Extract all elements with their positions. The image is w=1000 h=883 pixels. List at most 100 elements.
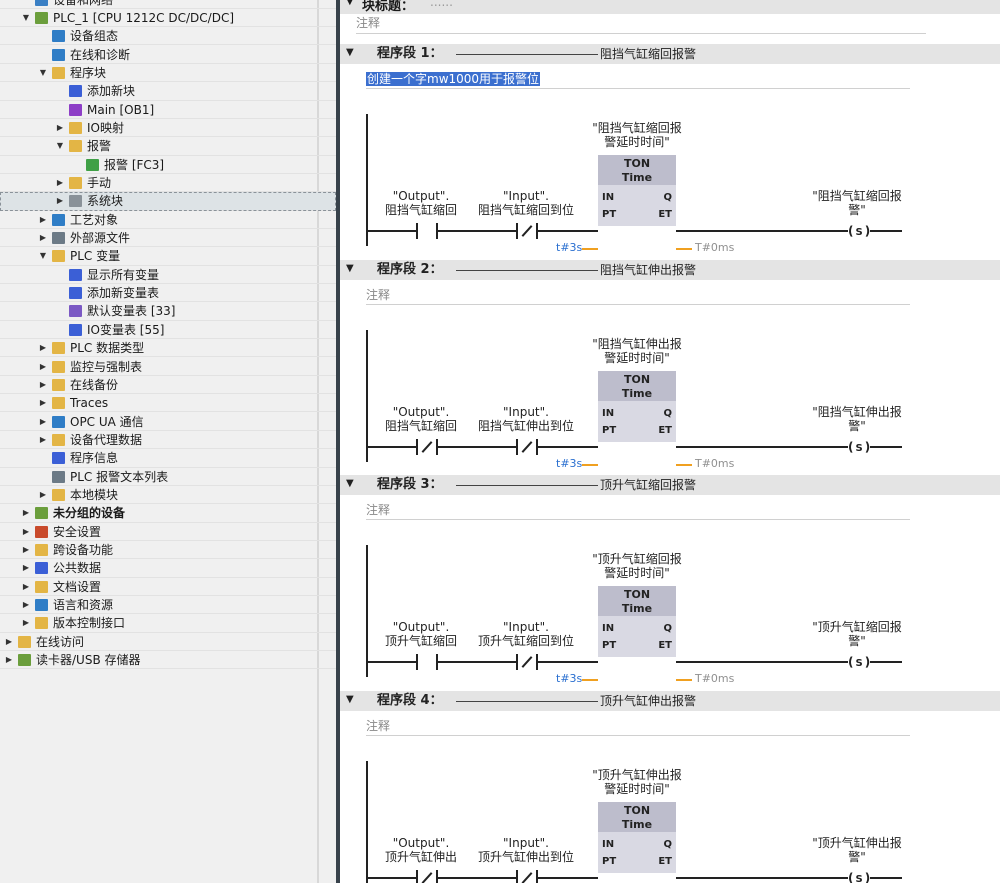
tree-item[interactable]: ▶ 外部源文件 <box>0 229 336 248</box>
tree-item[interactable]: ▶ Traces <box>0 394 336 413</box>
block-comment[interactable]: 注释 <box>356 14 926 34</box>
tree-item[interactable]: 报警 [FC3] <box>0 156 336 174</box>
tree-item[interactable]: ▶ OPC UA 通信 <box>0 413 336 431</box>
ton-timer-box[interactable]: TON Time IN Q PT ET <box>598 371 676 442</box>
network-title[interactable]: 阻挡气缸伸出报警 <box>600 260 696 280</box>
tree-item[interactable]: ▶ 手动 <box>0 174 336 193</box>
collapse-arrow-icon[interactable]: ▼ <box>346 478 354 489</box>
et-value[interactable]: T#0ms <box>695 457 734 470</box>
tree-item[interactable]: 程序信息 <box>0 449 336 468</box>
expand-arrow-icon[interactable]: ▶ <box>38 394 48 412</box>
normally-closed-contact[interactable] <box>416 439 438 455</box>
network-title[interactable]: 阻挡气缸缩回报警 <box>600 44 696 64</box>
tree-item[interactable]: 默认变量表 [33] <box>0 302 336 321</box>
expand-arrow-icon[interactable]: ▶ <box>38 211 48 229</box>
network-header[interactable]: ▼ 程序段 4： 顶升气缸伸出报警 <box>340 691 1000 711</box>
expand-arrow-icon[interactable]: ▶ <box>4 651 14 669</box>
expand-arrow-icon[interactable]: ▶ <box>38 376 48 394</box>
tree-item[interactable]: ▶ 公共数据 <box>0 559 336 578</box>
tree-item[interactable]: 设备组态 <box>0 27 336 46</box>
tree-item[interactable]: ▶ 在线访问 <box>0 633 336 652</box>
network-comment[interactable]: 创建一个字mw1000用于报警位 <box>366 69 910 89</box>
network-header[interactable]: ▼ 程序段 3： 顶升气缸缩回报警 <box>340 475 1000 495</box>
tree-item[interactable]: ▶ 本地模块 <box>0 486 336 505</box>
ton-timer-box[interactable]: TON Time IN Q PT ET <box>598 802 676 873</box>
tree-item[interactable]: ▶ 在线备份 <box>0 376 336 395</box>
block-title-bar[interactable]: ▼ 块标题： ...... <box>340 0 1000 14</box>
tree-item[interactable]: ▼ PLC_1 [CPU 1212C DC/DC/DC] <box>0 9 336 28</box>
set-coil[interactable]: (S) <box>848 440 870 454</box>
expand-arrow-icon[interactable]: ▶ <box>38 413 48 431</box>
expand-arrow-icon[interactable]: ▶ <box>21 614 31 632</box>
normally-open-contact[interactable] <box>416 654 438 670</box>
expand-arrow-icon[interactable]: ▶ <box>21 541 31 559</box>
timer-instance-label[interactable]: "阻挡气缸伸出报 警延时时间" <box>578 337 696 365</box>
expand-arrow-icon[interactable]: ▶ <box>21 578 31 596</box>
tree-item[interactable]: ▼ 报警 <box>0 137 336 156</box>
normally-closed-contact[interactable] <box>516 654 538 670</box>
expand-arrow-icon[interactable]: ▶ <box>38 486 48 504</box>
tree-item[interactable]: ▶ 工艺对象 <box>0 211 336 229</box>
tree-item[interactable]: ▶ 跨设备功能 <box>0 541 336 560</box>
set-coil[interactable]: (S) <box>848 871 870 883</box>
expand-arrow-icon[interactable]: ▶ <box>4 633 14 651</box>
expand-arrow-icon[interactable]: ▶ <box>21 504 31 522</box>
expand-arrow-icon[interactable]: ▶ <box>21 559 31 577</box>
tree-item[interactable]: IO变量表 [55] <box>0 321 336 340</box>
normally-closed-contact[interactable] <box>516 870 538 883</box>
expand-arrow-icon[interactable]: ▶ <box>55 174 65 192</box>
collapse-arrow-icon[interactable]: ▼ <box>55 137 65 155</box>
tree-item[interactable]: ▶ 语言和资源 <box>0 596 336 615</box>
network-comment[interactable]: 注释 <box>366 500 910 520</box>
expand-arrow-icon[interactable]: ▶ <box>38 229 48 247</box>
tree-item[interactable]: ▶ 版本控制接口 <box>0 614 336 633</box>
timer-instance-label[interactable]: "阻挡气缸缩回报 警延时时间" <box>578 121 696 149</box>
tree-item[interactable]: ▼ PLC 变量 <box>0 247 336 266</box>
expand-arrow-icon[interactable]: ▶ <box>55 119 65 137</box>
collapse-arrow-icon[interactable]: ▼ <box>346 47 354 58</box>
expand-arrow-icon[interactable]: ▶ <box>21 596 31 614</box>
network-comment[interactable]: 注释 <box>366 285 910 305</box>
tree-item[interactable]: ▶ IO映射 <box>0 119 336 138</box>
collapse-arrow-icon[interactable]: ▼ <box>346 694 354 705</box>
tree-item[interactable]: ▶ 文档设置 <box>0 578 336 596</box>
normally-closed-contact[interactable] <box>516 439 538 455</box>
collapse-arrow-icon[interactable]: ▼ <box>21 9 31 27</box>
ton-timer-box[interactable]: TON Time IN Q PT ET <box>598 586 676 657</box>
tree-item[interactable]: ▶ 安全设置 <box>0 523 336 541</box>
pt-value[interactable]: t#3s <box>556 241 582 254</box>
collapse-arrow-icon[interactable]: ▼ <box>346 263 354 274</box>
tree-item[interactable]: ▶ 读卡器/USB 存储器 <box>0 651 336 670</box>
expand-arrow-icon[interactable]: ▶ <box>55 192 65 210</box>
network-header[interactable]: ▼ 程序段 1： 阻挡气缸缩回报警 <box>340 44 1000 64</box>
tree-item[interactable]: ▶ 设备代理数据 <box>0 431 336 450</box>
network-comment[interactable]: 注释 <box>366 716 910 736</box>
pt-value[interactable]: t#3s <box>556 457 582 470</box>
network-header[interactable]: ▼ 程序段 2： 阻挡气缸伸出报警 <box>340 260 1000 280</box>
normally-open-contact[interactable] <box>416 223 438 239</box>
collapse-arrow-icon[interactable]: ▼ <box>346 0 354 7</box>
et-value[interactable]: T#0ms <box>695 672 734 685</box>
set-coil[interactable]: (S) <box>848 655 870 669</box>
tree-item[interactable]: ▶ 未分组的设备 <box>0 504 336 523</box>
pt-value[interactable]: t#3s <box>556 672 582 685</box>
tree-item[interactable]: PLC 报警文本列表 <box>0 468 336 486</box>
tree-item[interactable]: 显示所有变量 <box>0 266 336 285</box>
tree-item[interactable]: 设备和网络 <box>0 0 336 9</box>
set-coil[interactable]: (S) <box>848 224 870 238</box>
tree-item[interactable]: ▶ 监控与强制表 <box>0 358 336 376</box>
normally-closed-contact[interactable] <box>516 223 538 239</box>
timer-instance-label[interactable]: "顶升气缸缩回报 警延时时间" <box>578 552 696 580</box>
network-title[interactable]: 顶升气缸伸出报警 <box>600 691 696 711</box>
expand-arrow-icon[interactable]: ▶ <box>38 431 48 449</box>
tree-item[interactable]: ▶ PLC 数据类型 <box>0 339 336 358</box>
tree-item[interactable]: Main [OB1] <box>0 101 336 119</box>
collapse-arrow-icon[interactable]: ▼ <box>38 64 48 82</box>
expand-arrow-icon[interactable]: ▶ <box>21 523 31 541</box>
tree-item[interactable]: 添加新块 <box>0 82 336 101</box>
timer-instance-label[interactable]: "顶升气缸伸出报 警延时时间" <box>578 768 696 796</box>
tree-item[interactable]: ▼ 程序块 <box>0 64 336 83</box>
network-title[interactable]: 顶升气缸缩回报警 <box>600 475 696 495</box>
collapse-arrow-icon[interactable]: ▼ <box>38 247 48 265</box>
tree-item[interactable]: 添加新变量表 <box>0 284 336 303</box>
